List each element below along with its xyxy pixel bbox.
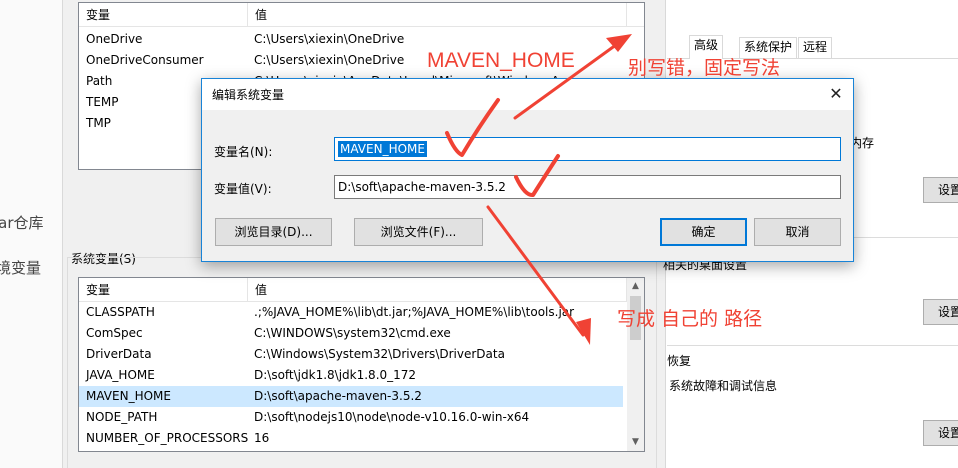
background-page: jar仓库 境变量	[0, 0, 66, 468]
var-name: Path	[86, 74, 113, 88]
var-value: D:\soft\nodejs10\node\node-v10.16.0-win-…	[254, 410, 530, 424]
table-row[interactable]: OneDrive C:\Users\xiexin\OneDrive	[79, 29, 623, 50]
var-value: 16	[254, 431, 270, 445]
table-row[interactable]: CLASSPATH .;%JAVA_HOME%\lib\dt.jar;%JAVA…	[79, 302, 623, 323]
var-name: OneDrive	[86, 32, 143, 46]
var-name: MAVEN_HOME	[86, 389, 171, 403]
dialog-titlebar[interactable]: 编辑系统变量 ✕	[202, 79, 853, 110]
system-variables-list[interactable]: 变量 值 CLASSPATH .;%JAVA_HOME%\lib\dt.jar;…	[78, 277, 645, 452]
group-divider	[667, 345, 958, 346]
table-row[interactable]: NODE_PATH D:\soft\nodejs10\node\node-v10…	[79, 407, 623, 428]
annotation-own-path: 写成 自己的 路径	[617, 308, 763, 330]
edit-system-variable-dialog: 编辑系统变量 ✕ 变量名(N): MAVEN_HOME 变量值(V): D:\s…	[201, 78, 854, 262]
var-name: JAVA_HOME	[86, 368, 155, 382]
background-text: 境变量	[0, 259, 42, 277]
var-value: C:\Users\xiexin\OneDrive	[254, 32, 405, 46]
table-row[interactable]: DriverData C:\Windows\System32\Drivers\D…	[79, 344, 623, 365]
table-row[interactable]: JAVA_HOME D:\soft\jdk1.8\jdk1.8.0_172	[79, 365, 623, 386]
column-header-value[interactable]: 值	[248, 278, 627, 302]
recovery-settings-button[interactable]: 设置	[923, 420, 958, 446]
list-header: 变量 值	[79, 3, 644, 27]
var-value: D:\soft\jdk1.8\jdk1.8.0_172	[254, 368, 417, 382]
var-name: NODE_PATH	[86, 410, 158, 424]
close-icon[interactable]: ✕	[822, 81, 850, 107]
recovery-title: 恢复	[667, 354, 692, 368]
browse-file-button[interactable]: 浏览文件(F)...	[354, 218, 483, 246]
annotation-fixed-name: 别写错，固定写法	[628, 57, 781, 79]
variable-value-text: D:\soft\apache-maven-3.5.2	[338, 180, 506, 194]
var-name: OneDriveConsumer	[86, 53, 204, 67]
background-text: jar仓库	[0, 214, 44, 232]
var-value: C:\Windows\System32\Drivers\DriverData	[254, 347, 505, 361]
profile-settings-button[interactable]: 设置	[923, 299, 958, 325]
var-name: TMP	[86, 116, 111, 130]
variable-value-input[interactable]: D:\soft\apache-maven-3.5.2	[334, 175, 841, 199]
var-name: TEMP	[86, 95, 119, 109]
table-row[interactable]: ComSpec C:\WINDOWS\system32\cmd.exe	[79, 323, 623, 344]
column-header-name[interactable]: 变量	[79, 3, 248, 27]
variable-name-value: MAVEN_HOME	[338, 141, 427, 157]
cancel-button[interactable]: 取消	[754, 218, 841, 246]
ok-button[interactable]: 确定	[660, 218, 747, 246]
column-header-value[interactable]: 值	[248, 3, 627, 27]
dialog-title: 编辑系统变量	[212, 88, 285, 102]
var-value: D:\soft\apache-maven-3.5.2	[254, 389, 422, 403]
scroll-up-icon[interactable]: ▲	[627, 278, 644, 295]
var-value: C:\WINDOWS\system32\cmd.exe	[254, 326, 451, 340]
column-header-name[interactable]: 变量	[79, 278, 248, 302]
recovery-text: 系统故障和调试信息	[669, 379, 778, 393]
var-name: CLASSPATH	[86, 305, 155, 319]
scroll-down-icon[interactable]: ▼	[627, 434, 644, 451]
var-value: .;%JAVA_HOME%\lib\dt.jar;%JAVA_HOME%\lib…	[254, 305, 575, 319]
list-header: 变量 值	[79, 278, 644, 302]
var-name: NUMBER_OF_PROCESSORS	[86, 431, 249, 445]
performance-settings-button[interactable]: 设置	[923, 177, 958, 203]
tab-remote[interactable]: 远程	[798, 37, 833, 58]
annotation-maven-home: MAVEN_HOME	[427, 49, 575, 72]
variable-name-input[interactable]: MAVEN_HOME	[334, 137, 841, 161]
table-row-selected[interactable]: MAVEN_HOME D:\soft\apache-maven-3.5.2	[79, 386, 623, 407]
var-name: DriverData	[86, 347, 152, 361]
variable-value-label: 变量值(V):	[214, 182, 272, 196]
table-row[interactable]: NUMBER_OF_PROCESSORS 16	[79, 428, 623, 449]
var-name: ComSpec	[86, 326, 143, 340]
browse-directory-button[interactable]: 浏览目录(D)...	[215, 218, 332, 246]
variable-name-label: 变量名(N):	[214, 145, 273, 159]
